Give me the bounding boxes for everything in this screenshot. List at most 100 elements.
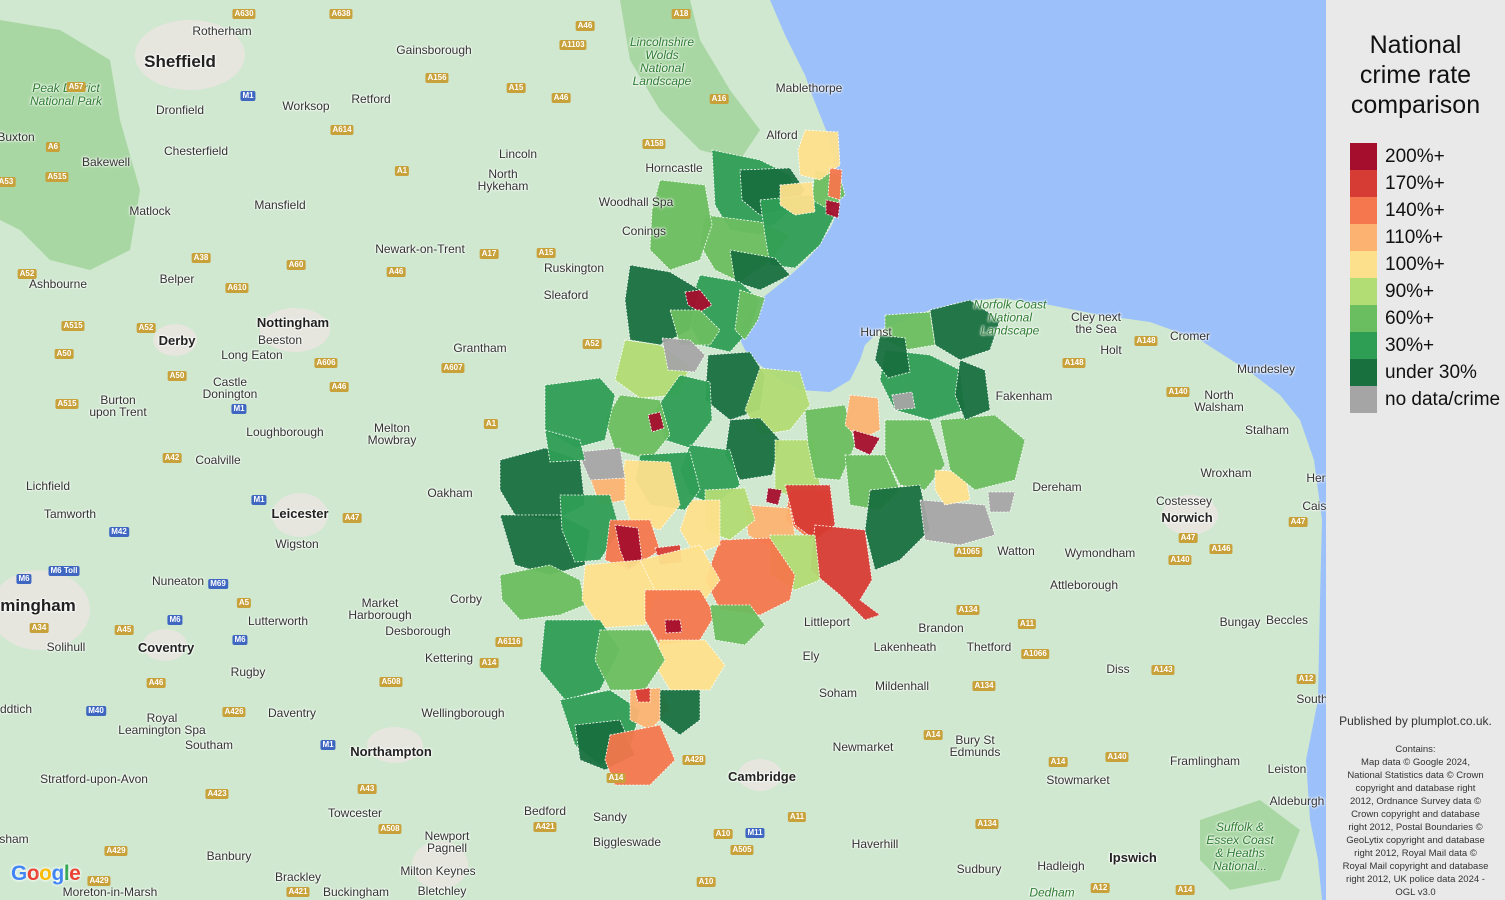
road-label: A515	[45, 172, 69, 182]
place-label: Gainsborough	[396, 43, 472, 57]
road-label: A46	[146, 678, 166, 688]
road-label: A17	[479, 249, 499, 259]
place-label: Littleport	[803, 615, 851, 629]
place-label: Banbury	[206, 849, 252, 863]
legend-swatch	[1350, 305, 1377, 332]
place-label: Beccles	[1265, 613, 1309, 627]
place-label: Wigston	[275, 537, 319, 551]
road-label: A429	[87, 876, 111, 886]
road-label: A42	[162, 453, 182, 463]
road-label: A1065	[954, 547, 982, 557]
place-label: Brackley	[274, 870, 322, 884]
legend-item: 100%+	[1350, 251, 1505, 278]
place-label: Stalham	[1244, 423, 1290, 437]
place-label: Leiston	[1267, 762, 1307, 776]
place-label: Aldeburgh	[1269, 794, 1325, 808]
legend-swatch	[1350, 143, 1377, 170]
road-label: A46	[329, 382, 349, 392]
legend-label: 90%+	[1385, 281, 1435, 302]
place-label: ddtich	[0, 702, 33, 716]
road-label: A6116	[495, 637, 523, 647]
legend-swatch	[1350, 197, 1377, 224]
place-label: Bletchley	[417, 884, 467, 898]
crime-map[interactable]: Sheffield Rotherham Gainsborough Worksop Ret…	[0, 0, 1326, 900]
legend-item: 30%+	[1350, 332, 1505, 359]
road-label: A47	[342, 513, 362, 523]
place-label: Wymondham	[1064, 546, 1136, 560]
place-label: Cromer	[1169, 329, 1211, 343]
place-label: North Hykeham	[477, 167, 529, 193]
road-label: A610	[225, 283, 249, 293]
place-label: Lichfield	[25, 479, 71, 493]
crime-region[interactable]	[664, 619, 683, 634]
place-label: Coalville	[195, 453, 241, 467]
road-label: A15	[536, 248, 556, 258]
road-label: A426	[222, 707, 246, 717]
road-label: A1103	[559, 40, 587, 50]
road-label: A46	[575, 21, 595, 31]
place-label: Dronfield	[155, 103, 205, 117]
road-label: A421	[533, 822, 557, 832]
place-label: Stratford-upon-Avon	[40, 772, 148, 786]
road-label: A15	[506, 83, 526, 93]
place-label: Kettering	[424, 651, 474, 665]
place-label: Grantham	[453, 341, 507, 355]
legend-item: 60%+	[1350, 305, 1505, 332]
legend-panel: National crime rate comparison 200%+ 170%+ 1…	[1326, 0, 1505, 900]
place-label: Leicester	[271, 506, 329, 521]
park-label: Suffolk & Essex Coast & Heaths National.…	[1206, 820, 1274, 873]
place-label: Nuneaton	[151, 574, 205, 588]
place-label: Bury St Edmunds	[949, 733, 1001, 759]
road-label: A10	[713, 829, 733, 839]
legend-label: 110%+	[1385, 227, 1444, 248]
road-label: A16	[709, 94, 729, 104]
place-label: Newark-on-Trent	[375, 242, 465, 256]
legend-title: National crime rate comparison	[1350, 31, 1481, 119]
legend-swatch	[1350, 278, 1377, 305]
place-label: Milton Keynes	[400, 864, 476, 878]
road-label: A11	[1017, 619, 1037, 629]
road-label: M69	[208, 579, 228, 589]
place-label: Loughborough	[246, 425, 324, 439]
place-label: Brandon	[918, 621, 964, 635]
road-label: A14	[1048, 757, 1068, 767]
legend-label: 140%+	[1385, 200, 1445, 221]
road-label: A12	[1090, 883, 1110, 893]
place-label: Mildenhall	[874, 679, 930, 693]
map-canvas	[0, 0, 1326, 900]
place-label: Burton upon Trent	[89, 393, 147, 419]
road-label: A60	[286, 260, 306, 270]
crime-region[interactable]	[634, 687, 651, 703]
legend-label: 30%+	[1385, 335, 1435, 356]
place-label: Wellingborough	[421, 706, 505, 720]
place-label: Long Eaton	[221, 348, 283, 362]
place-label: sham	[0, 832, 29, 846]
road-label: M6	[16, 574, 32, 584]
legend-swatch	[1350, 170, 1377, 197]
crime-region[interactable]	[891, 391, 916, 411]
park-label: Lincolnshire Wolds National Landscape	[629, 35, 695, 88]
place-label: Solihull	[46, 640, 86, 654]
place-label: Rotherham	[192, 24, 252, 38]
road-label: A14	[1175, 885, 1195, 895]
road-label: A140	[1168, 555, 1192, 565]
place-label: Watton	[997, 544, 1035, 558]
road-label: A134	[956, 605, 980, 615]
place-label: Woodhall Spa	[598, 195, 674, 209]
crime-region[interactable]	[919, 499, 996, 546]
place-label: Soham	[818, 686, 858, 700]
place-label: Sheffield	[144, 52, 216, 71]
legend-swatch	[1350, 359, 1377, 386]
legend-label: no data/crime	[1385, 389, 1501, 410]
place-label: Buxton	[0, 130, 35, 144]
road-label: A34	[29, 623, 49, 633]
place-label: Cley next the Sea	[1070, 310, 1122, 336]
place-label: Market Harborough	[348, 596, 412, 622]
place-label: Attleborough	[1049, 578, 1119, 592]
crime-region[interactable]	[827, 167, 843, 201]
place-label: Conings	[621, 224, 667, 238]
road-label: A50	[54, 349, 74, 359]
place-label: Caist	[1302, 499, 1326, 513]
road-label: A14	[479, 658, 499, 668]
place-label: Ely	[802, 649, 820, 663]
